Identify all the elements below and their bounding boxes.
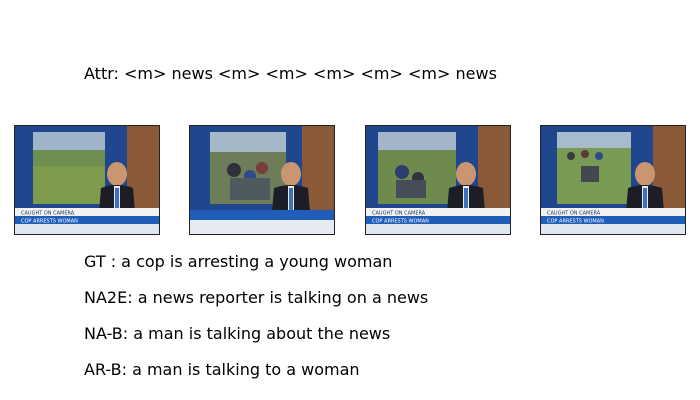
caption-separator: : xyxy=(110,252,122,271)
attribute-label: Attr: xyxy=(84,64,119,83)
video-frame-1: CAUGHT ON CAMERA COP ARRESTS WOMAN xyxy=(14,125,160,235)
caption-ar-b: AR-B: a man is talking to a woman xyxy=(84,360,360,380)
caption-separator: : xyxy=(121,360,133,379)
caption-na-b: NA-B: a man is talking about the news xyxy=(84,324,390,344)
attribute-token: <m> xyxy=(124,64,167,83)
attribute-token: <m> xyxy=(360,64,403,83)
caption-separator: : xyxy=(127,288,138,307)
attribute-token: <m> xyxy=(408,64,451,83)
attribute-token: <m> xyxy=(265,64,308,83)
caption-label: AR-B xyxy=(84,360,122,379)
caption-label: NA-B xyxy=(84,324,123,343)
ticker-text: CAUGHT ON CAMERA xyxy=(372,211,426,217)
attribute-token: <m> xyxy=(313,64,356,83)
caption-gt: GT : a cop is arresting a young woman xyxy=(84,252,392,272)
caption-label: GT xyxy=(84,252,111,271)
attribute-line: Attr: <m> news <m> <m> <m> <m> <m> news xyxy=(84,64,497,84)
ticker-text: COP ARRESTS WOMAN xyxy=(372,219,429,225)
caption-text: a man is talking to a woman xyxy=(132,360,360,379)
ticker-text: CAUGHT ON CAMERA xyxy=(547,211,601,217)
caption-text: a man is talking about the news xyxy=(133,324,391,343)
video-frame-4: CAUGHT ON CAMERA COP ARRESTS WOMAN xyxy=(540,125,686,235)
attribute-token: <m> xyxy=(218,64,261,83)
caption-label: NA2E xyxy=(84,288,128,307)
video-frame-3: CAUGHT ON CAMERA COP ARRESTS WOMAN xyxy=(365,125,511,235)
ticker-text: COP ARRESTS WOMAN xyxy=(547,219,604,225)
attribute-token: news xyxy=(171,64,213,83)
video-frame-2 xyxy=(189,125,335,235)
caption-separator: : xyxy=(122,324,134,343)
ticker-text: COP ARRESTS WOMAN xyxy=(21,219,78,225)
ticker-text: CAUGHT ON CAMERA xyxy=(21,211,75,217)
caption-text: a cop is arresting a young woman xyxy=(121,252,393,271)
caption-text: a news reporter is talking on a news xyxy=(137,288,429,307)
attribute-token: news xyxy=(455,64,497,83)
caption-na2e: NA2E: a news reporter is talking on a ne… xyxy=(84,288,428,308)
